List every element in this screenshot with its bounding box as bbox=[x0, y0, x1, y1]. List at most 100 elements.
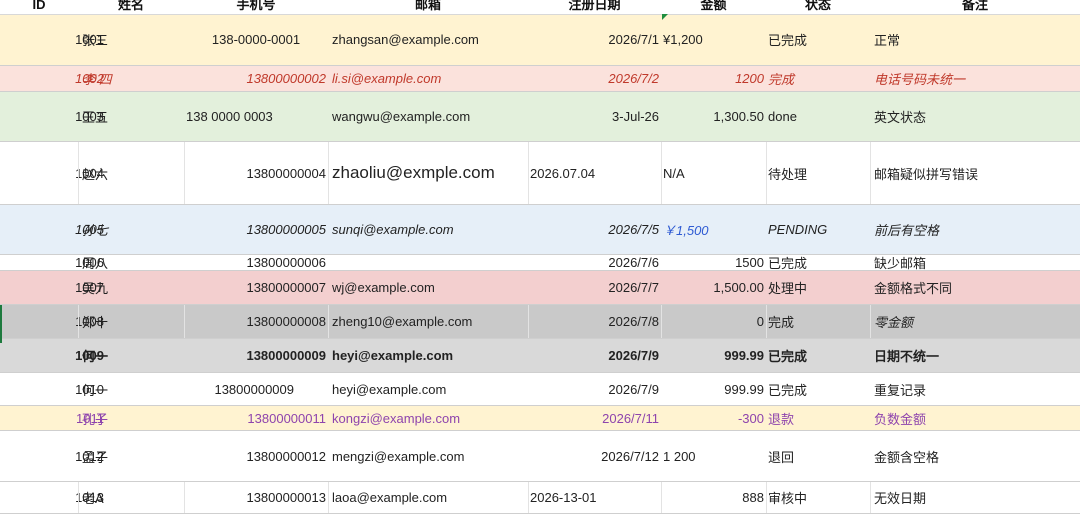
table-row[interactable]: 1005 孙七 13800000005 sunqi@example.com 2026/7… bbox=[0, 205, 1080, 255]
cell-status[interactable]: 已完成 bbox=[766, 373, 870, 405]
cell-amount[interactable]: ¥1,200 bbox=[661, 14, 721, 65]
cell-phone[interactable]: 138 0000 0003 bbox=[184, 92, 328, 141]
cell-amount[interactable]: 1200 bbox=[661, 66, 766, 91]
cell-amount[interactable]: N/A bbox=[661, 142, 766, 204]
cell-name[interactable]: 吴九 bbox=[80, 271, 184, 304]
cell-email[interactable]: heyi@example.com bbox=[330, 373, 530, 405]
header-id[interactable]: ID bbox=[0, 0, 78, 13]
cell-date[interactable]: 3-Jul-26 bbox=[528, 92, 661, 141]
cell-email[interactable]: heyi@example.com bbox=[330, 339, 530, 372]
cell-name[interactable]: 张三 bbox=[80, 14, 184, 65]
cell-status[interactable]: 已完成 bbox=[766, 339, 870, 372]
table-row[interactable]: 1010 何一 13800000009 heyi@example.com 2026/7/… bbox=[0, 373, 1080, 406]
cell-status[interactable]: 完成 bbox=[766, 66, 870, 91]
table-row[interactable]: 1001 张三 138-0000-0001 zhangsan@example.com 2… bbox=[0, 14, 1080, 66]
header-status[interactable]: 状态 bbox=[766, 0, 870, 13]
cell-status[interactable]: PENDING bbox=[766, 205, 870, 254]
cell-phone[interactable]: 13800000002 bbox=[184, 66, 328, 91]
cell-status[interactable]: 退回 bbox=[766, 431, 870, 481]
cell-date[interactable]: 2026/7/7 bbox=[528, 271, 661, 304]
cell-date[interactable]: 2026/7/6 bbox=[528, 255, 661, 270]
cell-status[interactable]: done bbox=[766, 92, 870, 141]
cell-date[interactable]: 2026.07.04 bbox=[528, 142, 661, 204]
table-row[interactable]: 1006 周八 13800000006 2026/7/6 1500 已完成 缺少邮箱 bbox=[0, 255, 1080, 271]
cell-date[interactable]: 2026/7/2 bbox=[528, 66, 661, 91]
cell-status[interactable]: 已完成 bbox=[766, 255, 870, 270]
cell-note[interactable]: 零金额 bbox=[872, 305, 1080, 338]
cell-note[interactable]: 邮箱疑似拼写错误 bbox=[872, 142, 1080, 204]
cell-status[interactable]: 退款 bbox=[766, 406, 870, 430]
table-row[interactable]: 1009 何一 13800000009 heyi@example.com 2026/7/… bbox=[0, 339, 1080, 373]
cell-phone[interactable]: 13800000004 bbox=[184, 142, 328, 204]
table-row[interactable]: 1004 赵六 13800000004 zhaoliu@exmple.com 2026.… bbox=[0, 142, 1080, 205]
cell-note[interactable]: 电话号码未统一 bbox=[872, 66, 1080, 91]
cell-note[interactable]: 日期不统一 bbox=[872, 339, 1080, 372]
table-row[interactable]: 1013 老A 13800000013 laoa@example.com 2026-13… bbox=[0, 482, 1080, 514]
cell-status[interactable]: 已完成 bbox=[766, 14, 870, 65]
cell-email[interactable]: kongzi@example.com bbox=[330, 406, 530, 430]
cell-email[interactable]: mengzi@example.com bbox=[330, 431, 530, 481]
cell-name[interactable]: 何一 bbox=[80, 373, 184, 405]
cell-phone[interactable]: 13800000011 bbox=[184, 406, 328, 430]
cell-date[interactable]: 2026/7/8 bbox=[528, 305, 661, 338]
cell-email[interactable]: zhangsan@example.com bbox=[330, 14, 530, 65]
cell-phone[interactable]: 13800000008 bbox=[184, 305, 328, 338]
cell-phone[interactable]: 13800000013 bbox=[184, 482, 328, 513]
cell-email[interactable]: zhaoliu@exmple.com bbox=[330, 142, 530, 204]
header-email[interactable]: 邮箱 bbox=[328, 0, 528, 13]
table-row[interactable]: 1003 王五 138 0000 0003 wangwu@example.com 3-J… bbox=[0, 92, 1080, 142]
cell-amount[interactable]: ￥1,500 bbox=[661, 205, 721, 254]
cell-amount[interactable]: 0 bbox=[661, 305, 766, 338]
cell-email[interactable]: sunqi@example.com bbox=[330, 205, 530, 254]
cell-amount[interactable]: 888 bbox=[661, 482, 766, 513]
cell-note[interactable]: 金额格式不同 bbox=[872, 271, 1080, 304]
cell-note[interactable]: 无效日期 bbox=[872, 482, 1080, 513]
cell-note[interactable]: 负数金额 bbox=[872, 406, 1080, 430]
cell-name[interactable]: 李 四 bbox=[80, 66, 184, 91]
table-row[interactable]: 1012 孟子 13800000012 mengzi@example.com 2026/… bbox=[0, 431, 1080, 482]
cell-amount[interactable]: 1,500.00 bbox=[661, 271, 766, 304]
cell-date[interactable]: 2026/7/5 bbox=[528, 205, 661, 254]
cell-amount[interactable]: -300 bbox=[661, 406, 766, 430]
cell-amount[interactable]: 999.99 bbox=[661, 373, 766, 405]
cell-email[interactable]: zheng10@example.com bbox=[330, 305, 530, 338]
cell-phone[interactable]: 13800000012 bbox=[184, 431, 328, 481]
cell-amount[interactable]: 999.99 bbox=[661, 339, 766, 372]
cell-phone[interactable]: 13800000007 bbox=[184, 271, 328, 304]
table-row[interactable]: 1007 吴九 13800000007 wj@example.com 2026/7/7 1… bbox=[0, 271, 1080, 305]
cell-name[interactable]: 孔子 bbox=[80, 406, 184, 430]
cell-phone[interactable]: 13800000005 bbox=[184, 205, 328, 254]
cell-date[interactable]: 2026/7/1 bbox=[528, 14, 661, 65]
header-name[interactable]: 姓名 bbox=[78, 0, 184, 13]
header-amount[interactable]: 金额 bbox=[661, 0, 766, 13]
header-phone[interactable]: 手机号 bbox=[184, 0, 328, 13]
header-date[interactable]: 注册日期 bbox=[528, 0, 661, 13]
cell-status[interactable]: 审核中 bbox=[766, 482, 870, 513]
cell-name[interactable]: 孙七 bbox=[80, 205, 184, 254]
cell-status[interactable]: 待处理 bbox=[766, 142, 870, 204]
cell-note[interactable]: 金额含空格 bbox=[872, 431, 1080, 481]
cell-amount[interactable]: 1500 bbox=[661, 255, 766, 270]
cell-email[interactable]: li.si@example.com bbox=[330, 66, 530, 91]
cell-name[interactable]: 孟子 bbox=[80, 431, 184, 481]
cell-email[interactable] bbox=[330, 255, 530, 270]
cell-note[interactable]: 重复记录 bbox=[872, 373, 1080, 405]
table-row[interactable]: 1002 李 四 13800000002 li.si@example.com 2026/… bbox=[0, 66, 1080, 92]
cell-date[interactable]: 2026/7/9 bbox=[528, 339, 661, 372]
cell-email[interactable]: wangwu@example.com bbox=[330, 92, 530, 141]
cell-phone[interactable]: 13800000006 bbox=[184, 255, 328, 270]
cell-date[interactable]: 2026/7/12 bbox=[528, 431, 661, 481]
cell-email[interactable]: laoa@example.com bbox=[330, 482, 530, 513]
cell-date[interactable]: 2026-13-01 bbox=[528, 482, 661, 513]
cell-note[interactable]: 缺少邮箱 bbox=[872, 255, 1080, 270]
cell-date[interactable]: 2026/7/9 bbox=[528, 373, 661, 405]
cell-note[interactable]: 英文状态 bbox=[872, 92, 1080, 141]
cell-status[interactable]: 完成 bbox=[766, 305, 870, 338]
cell-phone[interactable]: 138-0000-0001 bbox=[184, 14, 328, 65]
cell-name[interactable]: 老A bbox=[80, 482, 184, 513]
cell-note[interactable]: 前后有空格 bbox=[872, 205, 1080, 254]
cell-name[interactable]: 郑十 bbox=[80, 305, 184, 338]
cell-email[interactable]: wj@example.com bbox=[330, 271, 530, 304]
header-note[interactable]: 备注 bbox=[870, 0, 1080, 13]
cell-name[interactable]: 赵六 bbox=[80, 142, 184, 204]
